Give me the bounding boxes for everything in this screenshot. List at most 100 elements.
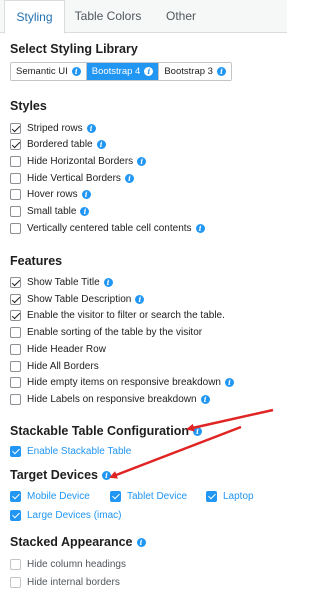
- target-devices-title: Target Devices i: [10, 468, 112, 482]
- checkbox[interactable]: [10, 276, 21, 288]
- option-hide-column-headings[interactable]: Hide column headings: [10, 556, 126, 572]
- option-hide-horizontal-borders[interactable]: Hide Horizontal Borders i: [10, 153, 147, 169]
- option-label: Hide column headings: [27, 558, 126, 570]
- option-show-table-description[interactable]: Show Table Description i: [10, 291, 145, 307]
- checkbox[interactable]: [110, 490, 121, 502]
- info-circle-icon: i: [96, 139, 106, 149]
- info-circle-icon: i: [224, 377, 234, 387]
- checkbox[interactable]: [10, 343, 21, 355]
- option-label: Striped rows: [27, 122, 83, 134]
- device-label: Laptop: [223, 490, 254, 502]
- styling-library-title: Select Styling Library: [10, 42, 138, 56]
- stackable-config-label: Stackable Table Configuration: [10, 424, 189, 438]
- option-label: Hide internal borders: [27, 576, 120, 588]
- option-label: Enable sorting of the table by the visit…: [27, 326, 203, 338]
- checkbox[interactable]: [10, 445, 21, 457]
- checkbox[interactable]: [10, 222, 21, 234]
- option-label: Bordered table: [27, 138, 93, 150]
- option-enable-sorting[interactable]: Enable sorting of the table by the visit…: [10, 324, 202, 340]
- option-striped-rows[interactable]: Striped rows i: [10, 120, 96, 136]
- checkbox[interactable]: [10, 309, 21, 321]
- option-label: Show Table Description: [27, 293, 132, 305]
- option-vertically-centered[interactable]: Vertically centered table cell contents i: [10, 220, 205, 236]
- styling-library-selector: Semantic UI i Bootstrap 4i Bootstrap 3i: [10, 62, 232, 81]
- option-label: Hide Horizontal Borders: [27, 155, 134, 167]
- checkbox[interactable]: [10, 188, 21, 200]
- tab-other[interactable]: Other: [150, 0, 212, 33]
- tab-table-colors[interactable]: Table Colors: [66, 0, 150, 33]
- checkbox[interactable]: [10, 509, 21, 521]
- option-label: Hide All Borders: [27, 360, 99, 372]
- library-option-semantic-ui[interactable]: Semantic UI i: [11, 63, 86, 80]
- info-circle-icon: i: [216, 67, 226, 76]
- info-circle-icon: i: [137, 156, 147, 166]
- info-circle-icon: i: [136, 537, 146, 547]
- checkbox[interactable]: [10, 122, 21, 134]
- device-label: Large Devices (imac): [27, 509, 122, 521]
- tab-styling[interactable]: Styling: [4, 0, 65, 34]
- device-tablet[interactable]: Tablet Device: [110, 488, 187, 504]
- option-hide-all-borders[interactable]: Hide All Borders: [10, 358, 99, 374]
- option-bordered-table[interactable]: Bordered table i: [10, 136, 106, 152]
- library-option-bootstrap-3[interactable]: Bootstrap 3i: [158, 63, 231, 80]
- option-show-table-title[interactable]: Show Table Title i: [10, 274, 113, 290]
- option-label: Hide Vertical Borders: [27, 172, 121, 184]
- checkbox[interactable]: [10, 360, 21, 372]
- info-circle-icon: i: [80, 206, 90, 216]
- option-label: Show Table Title: [27, 276, 100, 288]
- option-label: Hide Labels on responsive breakdown: [27, 393, 197, 405]
- checkbox[interactable]: [10, 138, 21, 150]
- info-circle-icon: i: [124, 173, 134, 183]
- checkbox[interactable]: [10, 172, 21, 184]
- device-label: Mobile Device: [27, 490, 90, 502]
- library-option-label: Bootstrap 4: [91, 66, 141, 77]
- info-circle-icon: i: [103, 277, 113, 287]
- stacked-appearance-label: Stacked Appearance: [10, 535, 133, 549]
- checkbox[interactable]: [10, 205, 21, 217]
- info-circle-icon: i: [192, 426, 202, 436]
- checkbox[interactable]: [10, 558, 21, 570]
- device-mobile[interactable]: Mobile Device: [10, 488, 90, 504]
- device-laptop[interactable]: Laptop: [206, 488, 254, 504]
- tab-bar: Styling Table Colors Other: [0, 0, 287, 34]
- checkbox[interactable]: [10, 293, 21, 305]
- info-circle-icon: i: [102, 470, 112, 480]
- option-label: Enable Stackable Table: [27, 445, 132, 457]
- option-small-table[interactable]: Small table i: [10, 203, 90, 219]
- option-label: Vertically centered table cell contents: [27, 222, 192, 234]
- info-circle-icon: i: [144, 67, 154, 76]
- checkbox[interactable]: [10, 393, 21, 405]
- library-option-label: Bootstrap 3: [164, 66, 213, 77]
- option-label: Hover rows: [27, 188, 78, 200]
- option-hide-internal-borders[interactable]: Hide internal borders: [10, 574, 120, 590]
- styles-title: Styles: [10, 99, 47, 113]
- checkbox[interactable]: [10, 155, 21, 167]
- features-title: Features: [10, 254, 63, 268]
- info-circle-icon: i: [81, 189, 91, 199]
- option-hide-empty-items[interactable]: Hide empty items on responsive breakdown…: [10, 374, 234, 390]
- option-hide-labels[interactable]: Hide Labels on responsive breakdown i: [10, 391, 210, 407]
- info-circle-icon: i: [86, 123, 96, 133]
- option-label: Hide Header Row: [27, 343, 106, 355]
- checkbox[interactable]: [10, 326, 21, 338]
- device-large[interactable]: Large Devices (imac): [10, 507, 121, 523]
- device-label: Tablet Device: [127, 490, 188, 502]
- checkbox[interactable]: [10, 376, 21, 388]
- info-circle-icon: i: [200, 394, 210, 404]
- option-label: Enable the visitor to filter or search t…: [27, 309, 225, 321]
- option-hide-vertical-borders[interactable]: Hide Vertical Borders i: [10, 170, 134, 186]
- option-hide-header-row[interactable]: Hide Header Row: [10, 341, 106, 357]
- stackable-config-title: Stackable Table Configuration i: [10, 424, 202, 438]
- option-enable-stackable[interactable]: Enable Stackable Table: [10, 443, 131, 459]
- checkbox[interactable]: [10, 490, 21, 502]
- option-enable-filter[interactable]: Enable the visitor to filter or search t…: [10, 307, 225, 323]
- option-label: Hide empty items on responsive breakdown: [27, 376, 221, 388]
- library-option-bootstrap-4[interactable]: Bootstrap 4i: [85, 63, 159, 80]
- info-circle-icon: i: [71, 67, 81, 76]
- checkbox[interactable]: [206, 490, 217, 502]
- stacked-appearance-title: Stacked Appearance i: [10, 535, 146, 549]
- checkbox[interactable]: [10, 576, 21, 588]
- library-option-label: Semantic UI: [16, 66, 68, 77]
- option-label: Small table: [27, 205, 77, 217]
- option-hover-rows[interactable]: Hover rows i: [10, 186, 91, 202]
